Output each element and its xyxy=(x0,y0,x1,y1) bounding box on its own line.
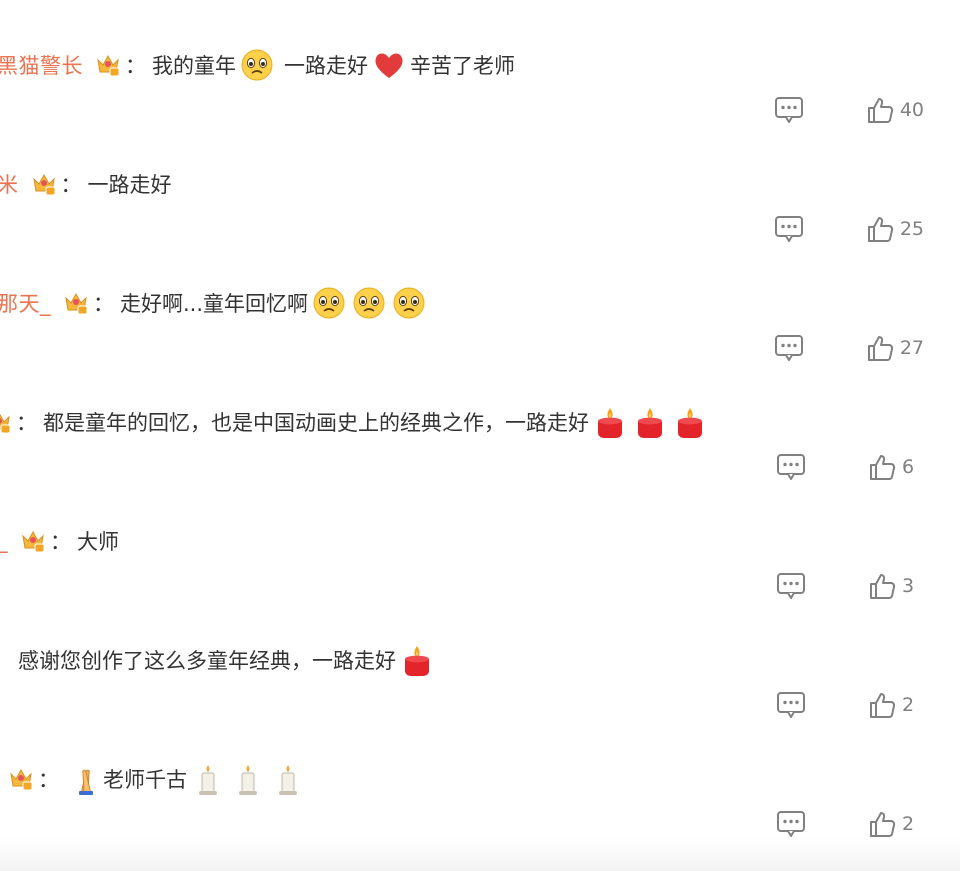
comment-reply-icon[interactable] xyxy=(776,810,806,838)
like-count: 25 xyxy=(899,218,924,240)
sad-face-emoji-icon xyxy=(312,286,346,320)
vip-crown-icon[interactable] xyxy=(31,171,57,197)
comment-line: 那天_ ： 走好啊...童年回忆啊 xyxy=(0,285,426,321)
comment-emojis xyxy=(191,762,305,796)
like-count: 2 xyxy=(902,813,915,835)
comment-time: 3 xyxy=(0,208,1,230)
comment-emojis xyxy=(372,48,406,82)
comment-text: 一路走好 xyxy=(87,173,172,197)
comment-line: ： 老师千古 xyxy=(8,761,305,797)
red-candle-emoji-icon xyxy=(400,643,434,677)
red-candle-emoji-icon xyxy=(633,405,667,439)
comment-line: ： 都是童年的回忆，也是中国动画史上的经典之作，一路走好 xyxy=(0,404,707,440)
comment-emojis xyxy=(240,48,274,82)
comment-username[interactable]: _ xyxy=(0,529,8,553)
comment-text: 都是童年的回忆，也是中国动画史上的经典之作，一路走好 xyxy=(43,411,589,435)
comment-time: 4 xyxy=(0,446,1,468)
comment-text: 感谢您创作了这么多童年经典，一路走好 xyxy=(18,649,396,673)
comment-colon: ： xyxy=(60,173,82,197)
vip-crown-icon[interactable] xyxy=(95,52,121,78)
comment-text: 走好啊...童年回忆啊 xyxy=(120,292,309,316)
sad-face-emoji-icon xyxy=(352,286,386,320)
comment-time: 0 xyxy=(0,89,1,111)
comment-emojis xyxy=(69,762,103,796)
comment-item: ： 老师千古 0 2 xyxy=(0,714,960,837)
comment-text: 一路走好 xyxy=(284,54,368,78)
vip-crown-icon[interactable] xyxy=(63,290,89,316)
comment-item: 黑猫警长 ： 我的童年 一路走好 辛苦了老师 0 40 xyxy=(0,0,960,123)
comment-item: 感谢您创作了这么多童年经典，一路走好 3 2 xyxy=(0,595,960,718)
like-count: 6 xyxy=(902,456,915,478)
comment-emojis xyxy=(312,286,426,320)
comment-item: 那天_ ： 走好啊...童年回忆啊 7 27 xyxy=(0,238,960,361)
comment-text: 辛苦了老师 xyxy=(410,54,515,78)
comment-line: _ ： 大师 xyxy=(0,523,119,559)
red-candle-emoji-icon xyxy=(593,405,627,439)
comment-line: 黑猫警长 ： 我的童年 一路走好 辛苦了老师 xyxy=(0,47,515,83)
comment-colon: ： xyxy=(38,768,59,792)
sad-face-emoji-icon xyxy=(240,48,274,82)
sad-face-emoji-icon xyxy=(392,286,426,320)
comment-time: 7 xyxy=(0,327,1,349)
like-count: 3 xyxy=(902,575,915,597)
comment-item: ： 都是童年的回忆，也是中国动画史上的经典之作，一路走好 4 6 xyxy=(0,357,960,480)
vip-crown-icon[interactable] xyxy=(8,766,34,792)
comment-username[interactable]: 黑猫警长 xyxy=(0,50,83,80)
comment-username[interactable]: 那天_ xyxy=(0,288,51,318)
comment-text: 大师 xyxy=(77,530,119,554)
comment-time: 3 xyxy=(0,684,1,706)
praying-hands-emoji-icon xyxy=(69,762,103,796)
comment-emojis xyxy=(400,643,434,677)
thumbs-up-icon xyxy=(868,810,896,838)
comment-item: 米 ： 一路走好 3 25 xyxy=(0,119,960,242)
vip-crown-icon[interactable] xyxy=(20,528,46,554)
like-count: 27 xyxy=(899,337,924,359)
comment-item: _ ： 大师 7 3 xyxy=(0,476,960,599)
like-count: 40 xyxy=(899,99,924,121)
comment-colon: ： xyxy=(125,54,146,78)
white-candle-emoji-icon xyxy=(191,762,225,796)
bottom-fade xyxy=(0,837,960,871)
comment-line: 感谢您创作了这么多童年经典，一路走好 xyxy=(12,642,434,678)
comment-text: 老师千古 xyxy=(103,768,187,792)
comment-time: 0 xyxy=(0,803,1,825)
comment-colon: ： xyxy=(93,292,114,316)
comment-line: 米 ： 一路走好 xyxy=(0,166,172,202)
white-candle-emoji-icon xyxy=(231,762,265,796)
comment-text: 我的童年 xyxy=(152,54,236,78)
comment-time: 7 xyxy=(0,565,1,587)
white-candle-emoji-icon xyxy=(271,762,305,796)
red-candle-emoji-icon xyxy=(673,405,707,439)
heart-emoji-icon xyxy=(372,48,406,82)
vip-crown-icon[interactable] xyxy=(0,409,12,435)
comment-colon: ： xyxy=(16,411,37,435)
comment-emojis xyxy=(593,405,707,439)
like-count: 2 xyxy=(902,694,915,716)
comment-username[interactable]: 米 xyxy=(0,169,19,199)
comment-colon: ： xyxy=(50,530,71,554)
like-button[interactable]: 2 xyxy=(868,810,924,838)
